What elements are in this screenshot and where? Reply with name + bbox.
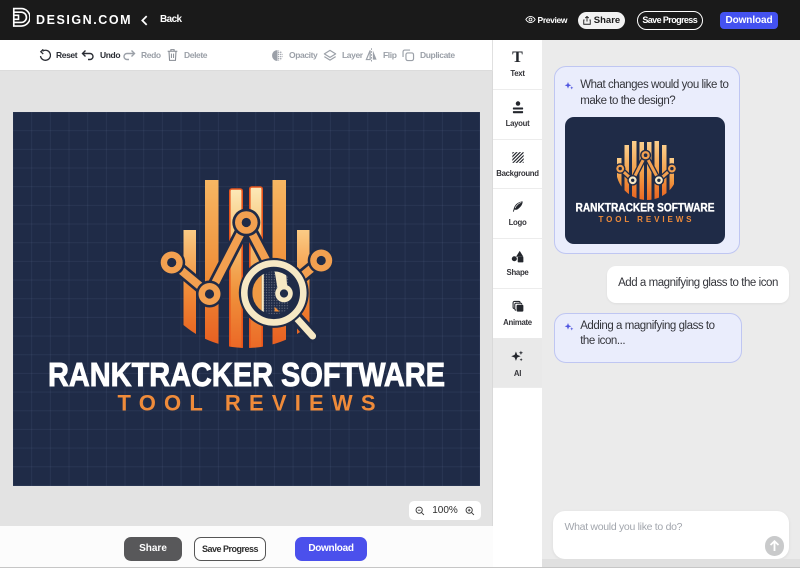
svg-text:RANKTRACKER SOFTWARE: RANKTRACKER SOFTWARE: [576, 202, 715, 214]
svg-text:TOOL REVIEWS: TOOL REVIEWS: [118, 391, 376, 416]
svg-text:TOOL REVIEWS: TOOL REVIEWS: [599, 215, 693, 224]
svg-text:RANKTRACKER SOFTWARE: RANKTRACKER SOFTWARE: [48, 356, 445, 393]
